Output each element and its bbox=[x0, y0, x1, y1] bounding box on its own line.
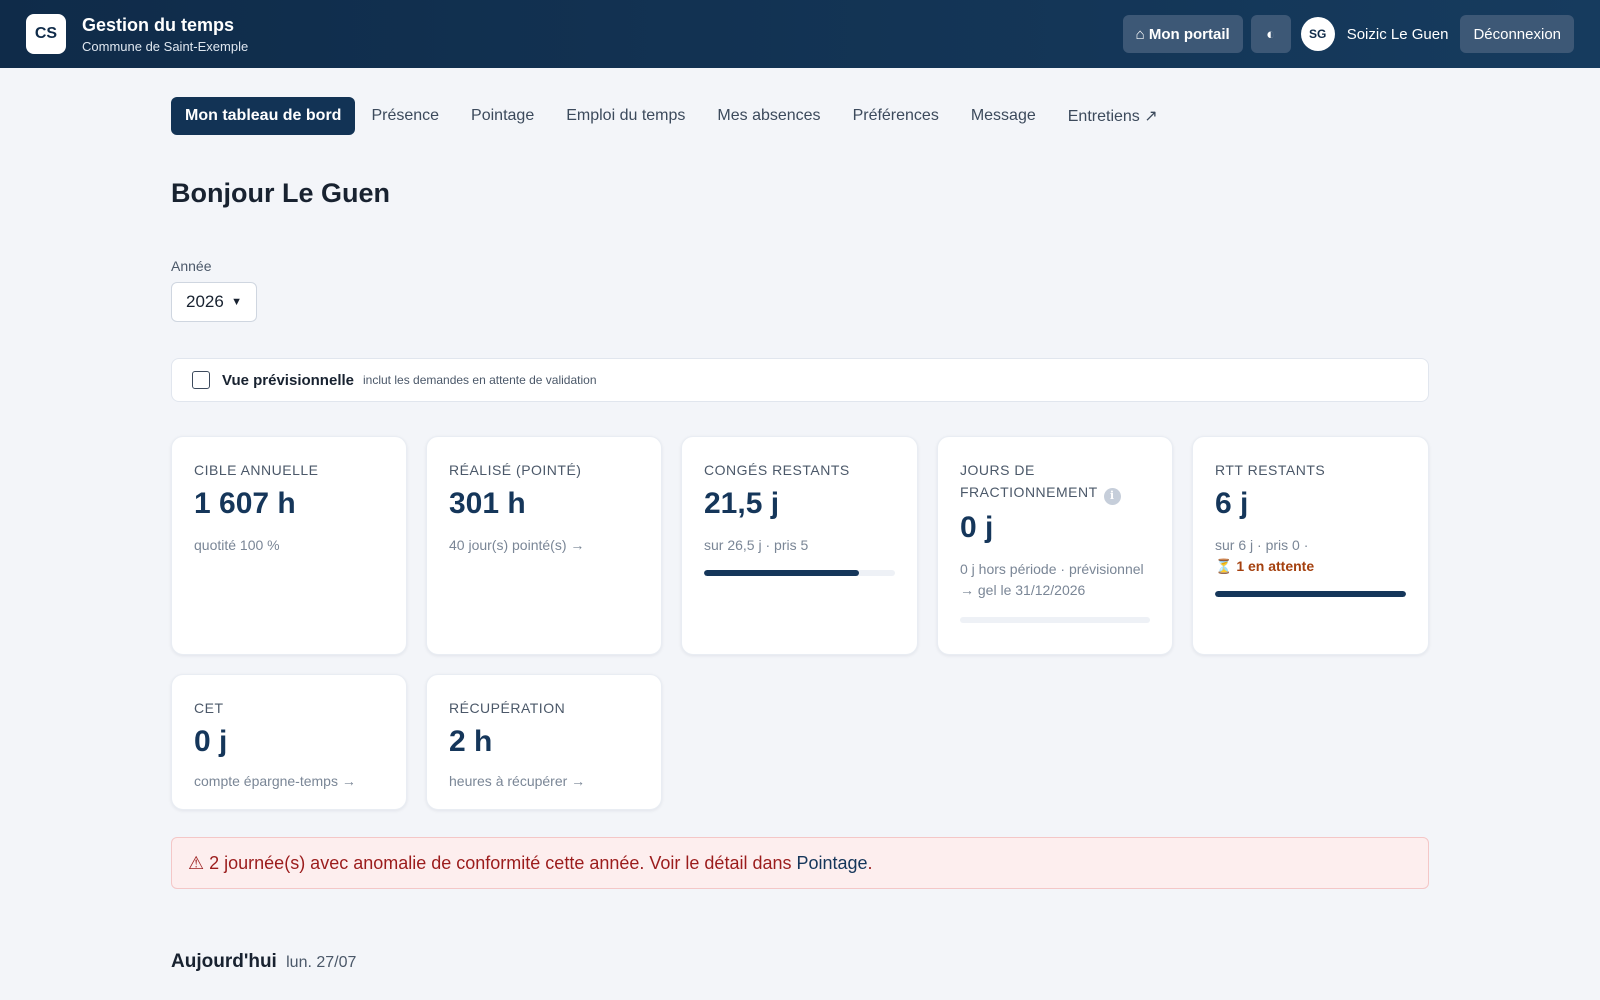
tab-mes-absences[interactable]: Mes absences bbox=[701, 97, 836, 135]
card-label-text: JOURS DE FRACTIONNEMENT bbox=[960, 462, 1098, 500]
chevron-down-icon: ▼ bbox=[231, 296, 242, 308]
tab-pointage[interactable]: Pointage bbox=[455, 97, 550, 135]
progress-track bbox=[704, 570, 895, 576]
info-icon[interactable]: i bbox=[1103, 487, 1121, 505]
progress-fill bbox=[1215, 591, 1406, 597]
card-label: CIBLE ANNUELLE bbox=[194, 462, 319, 478]
card-realise[interactable]: RÉALISÉ (POINTÉ) 301 h 40 jour(s) pointé… bbox=[426, 436, 662, 655]
tab-dashboard[interactable]: Mon tableau de bord bbox=[171, 97, 356, 135]
card-recuperation[interactable]: RÉCUPÉRATION 2 h heures à récupérer → bbox=[426, 674, 662, 810]
progress-track bbox=[1215, 591, 1406, 597]
tab-emploi-du-temps[interactable]: Emploi du temps bbox=[550, 97, 701, 135]
year-select[interactable]: 2026 ▼ bbox=[171, 282, 257, 322]
app-logo: CS bbox=[26, 14, 66, 54]
card-value: 1 607 h bbox=[194, 487, 296, 520]
app-title: Gestion du temps bbox=[82, 15, 235, 35]
card-value: 6 j bbox=[1215, 487, 1249, 520]
pointage-link[interactable]: Pointage bbox=[796, 853, 867, 874]
card-value: 301 h bbox=[449, 487, 526, 520]
progress-track bbox=[960, 616, 1150, 623]
pending-badge: ⏳ 1 en attente bbox=[1215, 558, 1315, 574]
tab-preferences[interactable]: Préférences bbox=[837, 97, 955, 135]
card-cible-annuelle: CIBLE ANNUELLE 1 607 h quotité 100 % bbox=[171, 436, 407, 655]
today-heading: Aujourd'hui lun. 27/07 bbox=[171, 951, 356, 973]
card-conges-restants: CONGÉS RESTANTS 21,5 j sur 26,5 j · pris… bbox=[681, 436, 918, 655]
card-label: CONGÉS RESTANTS bbox=[704, 462, 850, 478]
alert-end: . bbox=[867, 852, 873, 873]
tab-message[interactable]: Message bbox=[955, 97, 1052, 135]
today-date: lun. 27/07 bbox=[286, 954, 357, 971]
card-cet[interactable]: CET 0 j compte épargne-temps → bbox=[171, 674, 407, 810]
year-value: 2026 bbox=[186, 292, 224, 311]
app-subtitle: Commune de Saint-Exemple bbox=[82, 39, 249, 54]
forecast-checkbox[interactable] bbox=[192, 371, 210, 389]
card-label: RTT RESTANTS bbox=[1215, 462, 1326, 478]
tab-presence[interactable]: Présence bbox=[355, 97, 455, 135]
card-sub: quotité 100 % bbox=[194, 537, 280, 553]
card-sub[interactable]: heures à récupérer → bbox=[449, 771, 639, 792]
user-name: Soizic Le Guen bbox=[1346, 25, 1449, 43]
top-bar: CS Gestion du temps Commune de Saint-Exe… bbox=[0, 0, 1600, 68]
card-sub: 0 j hors période · prévisionnel → gel le… bbox=[960, 560, 1144, 598]
year-label: Année bbox=[171, 258, 212, 274]
tab-entretiens[interactable]: Entretiens ↗ bbox=[1052, 97, 1174, 135]
today-title: Aujourd'hui bbox=[171, 951, 277, 972]
card-value: 0 j bbox=[960, 510, 994, 544]
card-value: 2 h bbox=[449, 725, 493, 758]
theme-toggle-button[interactable]: ◐ bbox=[1250, 15, 1291, 53]
logout-button[interactable]: Déconnexion bbox=[1460, 15, 1574, 53]
alert-text: ⚠ 2 journée(s) avec anomalie de conformi… bbox=[188, 852, 792, 873]
header-actions: ⌂ Mon portail ◐ SG Soizic Le Guen Déconn… bbox=[1122, 15, 1574, 53]
card-sub: sur 6 j · pris 0 · ⏳ 1 en attente bbox=[1215, 535, 1406, 577]
card-sub: sur 26,5 j · pris 5 bbox=[704, 537, 809, 553]
card-sub[interactable]: compte épargne-temps → bbox=[194, 771, 384, 792]
compliance-alert: ⚠ 2 journée(s) avec anomalie de conformi… bbox=[171, 837, 1429, 889]
forecast-hint: inclut les demandes en attente de valida… bbox=[363, 373, 597, 387]
avatar: SG bbox=[1300, 17, 1335, 51]
card-rtt-restants: RTT RESTANTS 6 j sur 6 j · pris 0 · ⏳ 1 … bbox=[1192, 436, 1429, 655]
card-label: JOURS DE FRACTIONNEMENT i bbox=[960, 459, 1150, 505]
card-label: RÉALISÉ (POINTÉ) bbox=[449, 462, 582, 478]
portal-button[interactable]: ⌂ Mon portail bbox=[1122, 15, 1243, 53]
card-value: 0 j bbox=[194, 725, 228, 758]
card-sub[interactable]: 40 jour(s) pointé(s) → bbox=[449, 535, 639, 556]
page-title: Bonjour Le Guen bbox=[171, 178, 390, 208]
contrast-icon: ◐ bbox=[1266, 25, 1276, 43]
forecast-label: Vue prévisionnelle bbox=[222, 371, 354, 389]
card-label: CET bbox=[194, 700, 224, 716]
app-titles: Gestion du temps Commune de Saint-Exempl… bbox=[82, 14, 248, 54]
card-sub-text: sur 6 j · pris 0 · bbox=[1215, 537, 1309, 553]
card-value: 21,5 j bbox=[704, 487, 780, 520]
forecast-toggle-box: Vue prévisionnelle inclut les demandes e… bbox=[171, 358, 1429, 402]
card-jours-fractionnement: JOURS DE FRACTIONNEMENT i 0 j 0 j hors pé… bbox=[937, 436, 1173, 655]
card-label: RÉCUPÉRATION bbox=[449, 700, 566, 716]
progress-fill bbox=[704, 570, 859, 576]
main-nav: Mon tableau de bord Présence Pointage Em… bbox=[171, 97, 1174, 135]
